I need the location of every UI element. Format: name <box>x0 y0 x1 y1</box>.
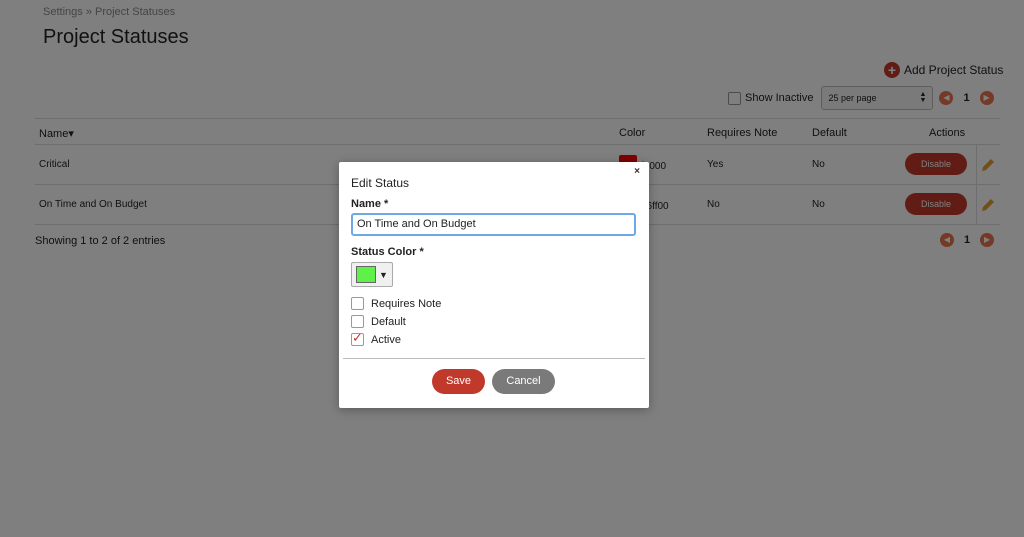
cancel-button[interactable]: Cancel <box>492 369 555 394</box>
active-option[interactable]: ✓ Active <box>351 330 401 346</box>
requires-note-option[interactable]: Requires Note <box>351 297 441 310</box>
active-label: Active <box>371 333 401 346</box>
close-icon[interactable]: × <box>634 166 640 177</box>
requires-note-checkbox[interactable] <box>351 297 364 310</box>
status-color-label: Status Color * <box>351 246 424 258</box>
divider <box>343 358 645 359</box>
name-label: Name * <box>351 198 389 210</box>
dialog-title: Edit Status <box>351 176 410 190</box>
active-checkbox[interactable]: ✓ <box>351 330 364 346</box>
name-input[interactable]: On Time and On Budget <box>351 213 636 236</box>
default-label: Default <box>371 315 406 328</box>
requires-note-label: Requires Note <box>371 297 442 310</box>
save-button[interactable]: Save <box>432 369 485 394</box>
checkmark-icon: ✓ <box>352 330 363 345</box>
status-color-picker[interactable]: ▼ <box>351 262 393 287</box>
caret-down-icon: ▼ <box>379 269 388 280</box>
default-option[interactable]: Default <box>351 315 406 328</box>
edit-status-dialog: × Edit Status Name * On Time and On Budg… <box>339 162 649 408</box>
default-checkbox[interactable] <box>351 315 364 328</box>
color-preview <box>356 266 376 283</box>
